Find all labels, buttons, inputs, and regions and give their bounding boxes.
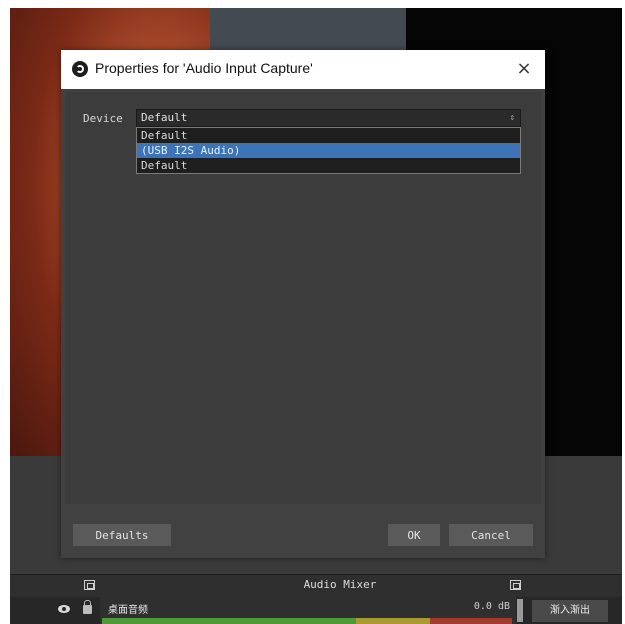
dock-float-icon[interactable] [84, 580, 95, 590]
fade-transition-button[interactable]: 渐入渐出 [532, 600, 608, 622]
device-select[interactable]: Default ⇕ [136, 109, 521, 127]
dock-float-icon[interactable] [510, 580, 521, 590]
mixer-row: 桌面音频 0.0 dB 渐入渐出 [10, 597, 622, 624]
cancel-button[interactable]: Cancel [449, 524, 533, 546]
select-arrows-icon: ⇕ [509, 113, 515, 123]
obs-logo-icon [72, 61, 88, 77]
device-label: Device [83, 112, 123, 125]
lock-icon[interactable] [83, 600, 92, 614]
defaults-button[interactable]: Defaults [73, 524, 171, 546]
volume-slider-handle[interactable] [517, 599, 523, 622]
dock-title-bar: Audio Mixer [10, 574, 622, 597]
volume-meter [102, 618, 512, 624]
mixer-source-name: 桌面音频 [108, 605, 148, 616]
dropdown-option[interactable]: Default [137, 128, 520, 143]
dialog-titlebar: Properties for 'Audio Input Capture' × [61, 50, 545, 89]
device-dropdown-list: Default (USB I2S Audio) Default [136, 127, 521, 174]
audio-mixer-title: Audio Mixer [303, 578, 377, 591]
close-button[interactable]: × [511, 56, 537, 82]
properties-dialog: Properties for 'Audio Input Capture' × D… [61, 50, 545, 558]
dropdown-option-selected[interactable]: (USB I2S Audio) [137, 143, 520, 158]
dialog-title: Properties for 'Audio Input Capture' [95, 60, 313, 76]
device-select-value: Default [141, 111, 188, 124]
dropdown-option[interactable]: Default [137, 158, 520, 173]
ok-button[interactable]: OK [388, 524, 440, 546]
eye-icon[interactable] [58, 605, 70, 613]
mixer-volume-db: 0.0 dB [473, 601, 510, 612]
